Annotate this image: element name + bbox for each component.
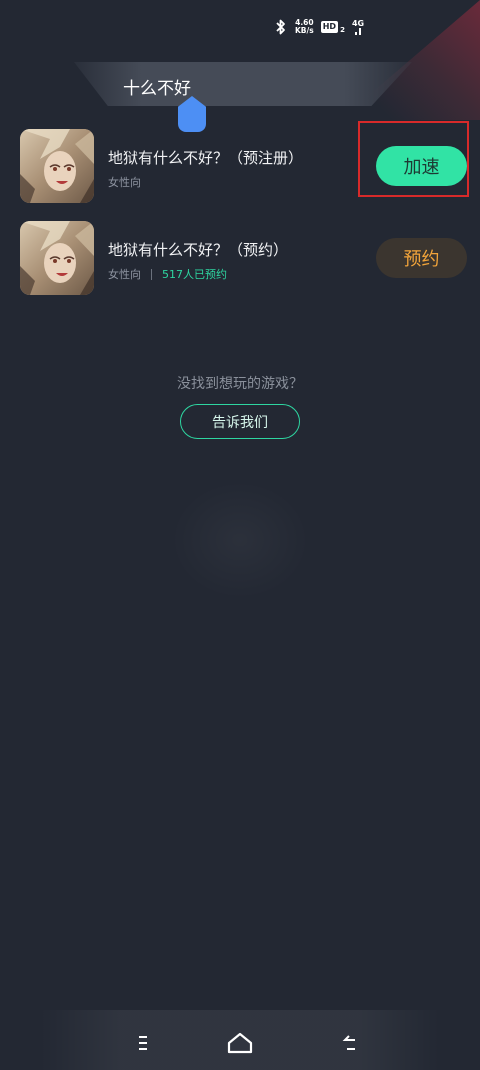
game-thumbnail[interactable] bbox=[20, 221, 94, 295]
background-decoration bbox=[170, 480, 310, 600]
game-cover-image bbox=[20, 129, 94, 203]
game-cover-image bbox=[20, 221, 94, 295]
network-type: 4G bbox=[351, 19, 365, 28]
game-thumbnail[interactable] bbox=[20, 129, 94, 203]
back-icon bbox=[342, 1035, 355, 1050]
network-speed: 4.60 KB/s bbox=[295, 19, 314, 35]
game-meta: 女性向 bbox=[108, 174, 141, 190]
search-query-text[interactable]: 十么不好 bbox=[123, 74, 191, 99]
back-button[interactable] bbox=[327, 1028, 367, 1058]
status-bar: 4.60 KB/s HD 2 4G bbox=[0, 0, 480, 44]
bluetooth-icon bbox=[276, 19, 285, 35]
tell-us-button[interactable]: 告诉我们 bbox=[180, 404, 300, 439]
game-title[interactable]: 地狱有什么不好？（预注册） bbox=[108, 147, 303, 168]
meta-divider bbox=[151, 268, 152, 280]
home-icon bbox=[227, 1032, 253, 1054]
game-tag: 女性向 bbox=[108, 268, 141, 281]
game-meta: 女性向 517人已预约 bbox=[108, 266, 227, 282]
signal-bars bbox=[355, 28, 362, 35]
cellular-signal-icon: 4G bbox=[352, 19, 364, 35]
home-button[interactable] bbox=[220, 1028, 260, 1058]
status-icons: 4.60 KB/s HD 2 4G bbox=[274, 18, 364, 36]
navigation-bar bbox=[0, 1010, 480, 1070]
recent-apps-button[interactable] bbox=[117, 1028, 157, 1058]
accelerate-button[interactable]: 加速 bbox=[376, 146, 467, 186]
reserve-button[interactable]: 预约 bbox=[376, 238, 467, 278]
net-speed-unit: KB/s bbox=[295, 26, 314, 35]
reservation-count: 517人已预约 bbox=[162, 268, 227, 281]
game-title[interactable]: 地狱有什么不好？（预约） bbox=[108, 239, 288, 260]
sim-number: 2 bbox=[340, 26, 345, 34]
hd-badge: HD bbox=[320, 21, 339, 33]
game-tag: 女性向 bbox=[108, 176, 141, 189]
not-found-prompt: 没找到想玩的游戏？ bbox=[177, 376, 303, 392]
menu-icon bbox=[139, 1036, 147, 1050]
